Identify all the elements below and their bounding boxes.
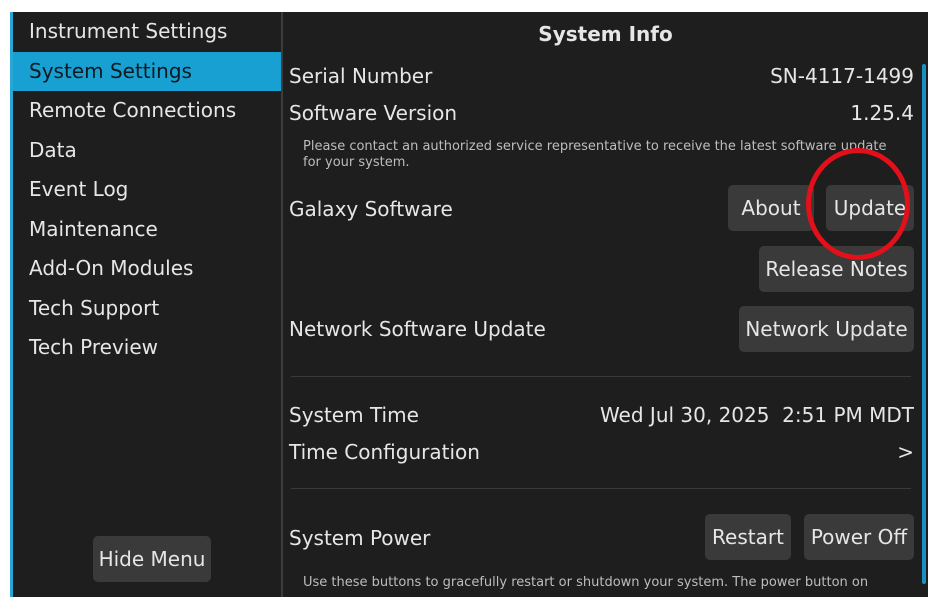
sidebar-item-event-log[interactable]: Event Log	[13, 170, 282, 210]
scrollbar[interactable]	[922, 64, 926, 584]
software-version-label: Software Version	[289, 101, 458, 125]
power-note: Use these buttons to gracefully restart …	[303, 575, 869, 590]
galaxy-software-label: Galaxy Software	[289, 197, 453, 221]
sidebar-item-instrument-settings[interactable]: Instrument Settings	[13, 12, 282, 52]
section-divider	[291, 376, 911, 377]
sidebar-item-maintenance[interactable]: Maintenance	[13, 210, 282, 250]
serial-number-label: Serial Number	[289, 64, 433, 88]
time-configuration-label[interactable]: Time Configuration	[289, 440, 480, 464]
chevron-right-icon[interactable]: >	[897, 440, 914, 464]
screen: Instrument Settings System Settings Remo…	[10, 12, 928, 597]
section-divider	[291, 488, 911, 489]
page-title: System Info	[538, 22, 673, 46]
sidebar-item-tech-support[interactable]: Tech Support	[13, 289, 282, 329]
sidebar-item-system-settings[interactable]: System Settings	[13, 51, 282, 91]
network-software-update-label: Network Software Update	[289, 317, 546, 341]
system-time-value: Wed Jul 30, 2025 2:51 PM MDT	[599, 403, 914, 427]
sidebar-item-tech-preview[interactable]: Tech Preview	[13, 328, 282, 368]
update-note: Please contact an authorized service rep…	[303, 139, 887, 170]
serial-number-value: SN-4117-1499	[770, 64, 914, 88]
sidebar-item-add-on-modules[interactable]: Add-On Modules	[13, 249, 282, 289]
software-version-value: 1.25.4	[850, 101, 914, 125]
release-notes-button[interactable]: Release Notes	[759, 246, 914, 292]
restart-button[interactable]: Restart	[705, 514, 791, 560]
sidebar: Instrument Settings System Settings Remo…	[10, 12, 282, 597]
sidebar-item-remote-connections[interactable]: Remote Connections	[13, 91, 282, 131]
about-button[interactable]: About	[728, 185, 814, 231]
system-time-label: System Time	[289, 403, 419, 427]
update-button[interactable]: Update	[826, 185, 914, 231]
hide-menu-button[interactable]: Hide Menu	[93, 536, 211, 582]
sidebar-item-data[interactable]: Data	[13, 131, 282, 171]
main-panel: System Info Serial Number SN-4117-1499 S…	[283, 12, 928, 597]
power-off-button[interactable]: Power Off	[804, 514, 914, 560]
system-power-label: System Power	[289, 526, 431, 550]
network-update-button[interactable]: Network Update	[739, 306, 914, 352]
